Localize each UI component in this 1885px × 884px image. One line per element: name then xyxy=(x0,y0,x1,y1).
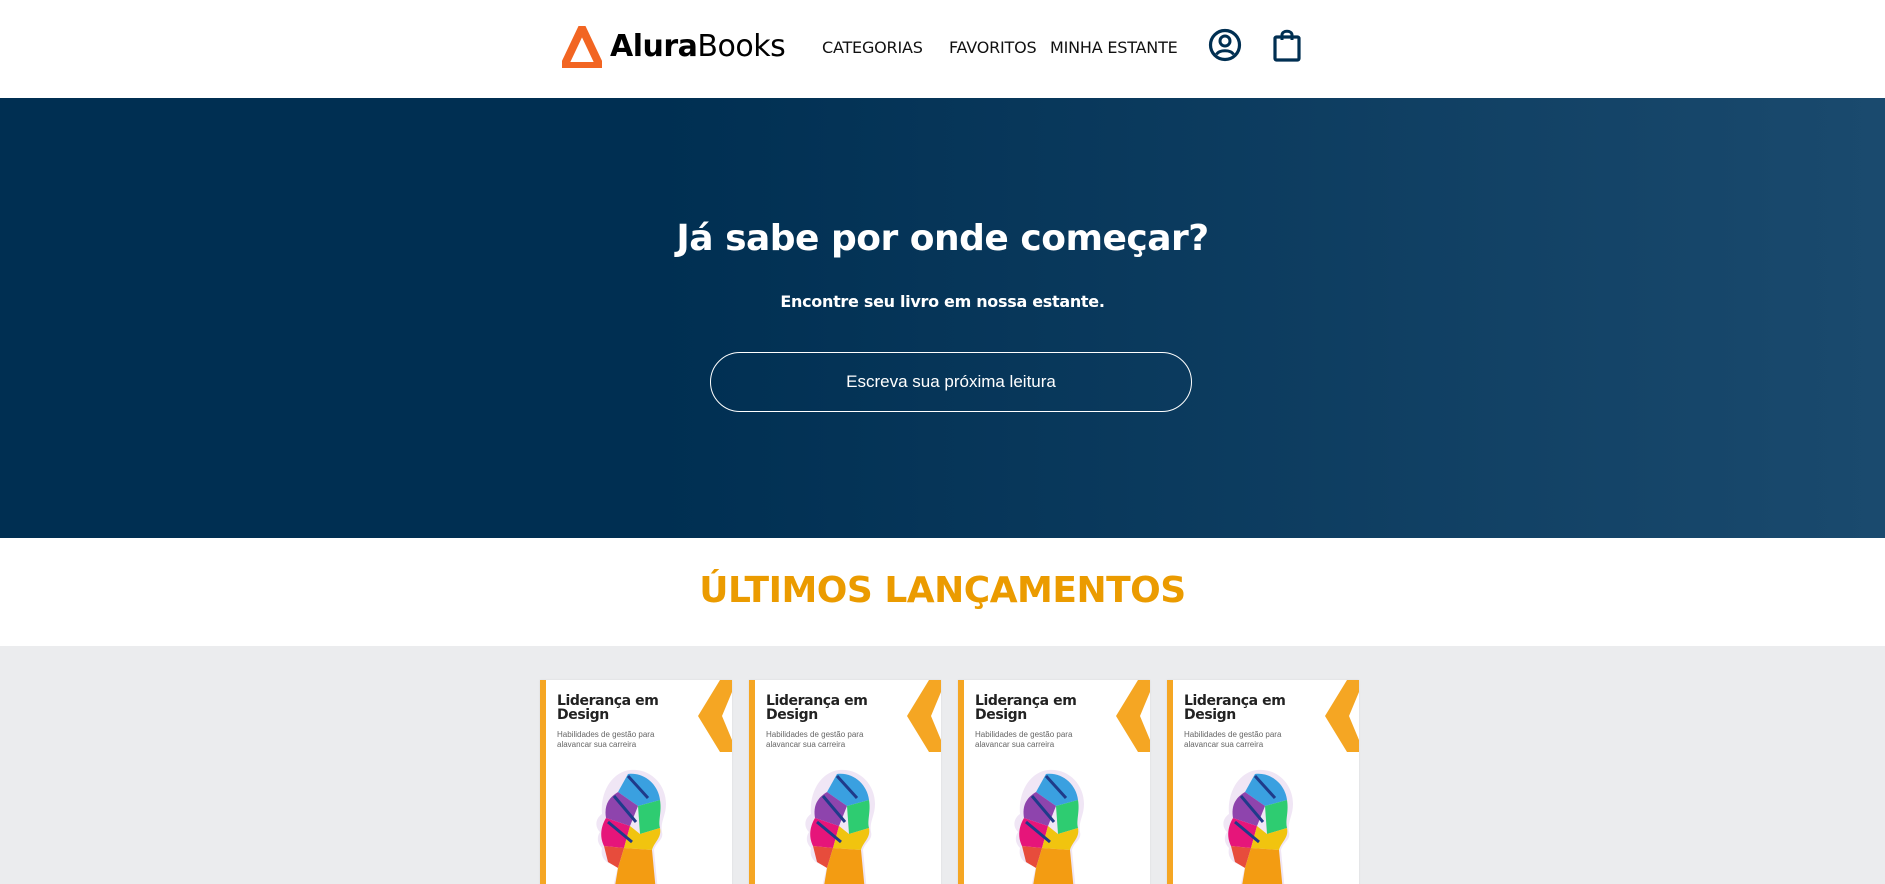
logo-text: AluraBooks xyxy=(610,29,786,64)
book-title: Liderança em Design xyxy=(1184,693,1286,723)
chevron-left-icon xyxy=(1325,680,1359,752)
book-subtitle: Habilidades de gestão para alavancar sua… xyxy=(557,730,655,749)
colorful-head-illustration xyxy=(1223,769,1293,884)
book-spine xyxy=(540,680,546,884)
book-spine xyxy=(1167,680,1173,884)
book-title: Liderança em Design xyxy=(557,693,659,723)
hero-subtitle: Encontre seu livro em nossa estante. xyxy=(780,292,1105,311)
book-subtitle: Habilidades de gestão para alavancar sua… xyxy=(766,730,864,749)
nav-favoritos[interactable]: FAVORITOS xyxy=(949,38,1037,57)
book-title: Liderança em Design xyxy=(766,693,868,723)
nav-categorias[interactable]: CATEGORIAS xyxy=(822,38,923,57)
user-profile-icon xyxy=(1208,28,1242,62)
shopping-bag-button[interactable] xyxy=(1273,28,1301,66)
logo-text-bold: Alura xyxy=(610,29,698,64)
nav-minha-estante[interactable]: MINHA ESTANTE xyxy=(1050,38,1178,57)
launches-shelf: Liderança em Design Habilidades de gestã… xyxy=(0,646,1885,884)
colorful-head-illustration xyxy=(596,769,666,884)
book-card[interactable]: Liderança em Design Habilidades de gestã… xyxy=(749,680,941,884)
search-input[interactable] xyxy=(710,352,1192,412)
launches-title: ÚLTIMOS LANÇAMENTOS xyxy=(699,570,1186,611)
book-card[interactable]: Liderança em Design Habilidades de gestã… xyxy=(1167,680,1359,884)
site-header: AluraBooks CATEGORIAS FAVORITOS MINHA ES… xyxy=(0,0,1885,98)
launches-section-header: ÚLTIMOS LANÇAMENTOS xyxy=(0,538,1885,646)
hero-banner: Já sabe por onde começar? Encontre seu l… xyxy=(0,98,1885,538)
alura-triangle-icon xyxy=(562,26,602,68)
hero-title: Já sabe por onde começar? xyxy=(676,218,1209,259)
book-subtitle: Habilidades de gestão para alavancar sua… xyxy=(975,730,1073,749)
alurabooks-logo[interactable]: AluraBooks xyxy=(562,26,786,68)
book-card[interactable]: Liderança em Design Habilidades de gestã… xyxy=(958,680,1150,884)
book-spine xyxy=(749,680,755,884)
shopping-bag-icon xyxy=(1273,29,1301,62)
book-title: Liderança em Design xyxy=(975,693,1077,723)
book-subtitle: Habilidades de gestão para alavancar sua… xyxy=(1184,730,1282,749)
book-spine xyxy=(958,680,964,884)
chevron-left-icon xyxy=(907,680,941,752)
logo-text-regular: Books xyxy=(697,29,786,64)
book-card[interactable]: Liderança em Design Habilidades de gestã… xyxy=(540,680,732,884)
chevron-left-icon xyxy=(698,680,732,752)
user-profile-button[interactable] xyxy=(1208,28,1242,66)
colorful-head-illustration xyxy=(805,769,875,884)
colorful-head-illustration xyxy=(1014,769,1084,884)
chevron-left-icon xyxy=(1116,680,1150,752)
